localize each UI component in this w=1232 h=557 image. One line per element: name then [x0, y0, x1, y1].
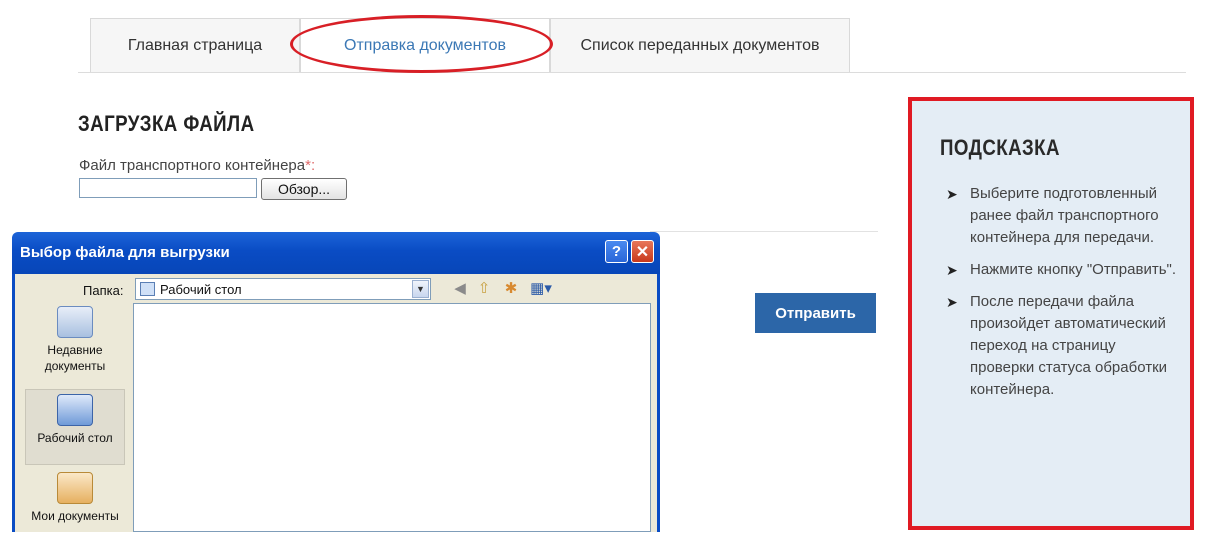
hint-item: ➤ Выберите подготовленный ранее файл тран…: [946, 183, 1176, 249]
hint-item: ➤ Нажмите кнопку "Отправить".: [946, 259, 1176, 281]
main-tabs: Главная страница Отправка документов Спи…: [90, 18, 850, 72]
hint-item: ➤ После передачи файла произойдет автомат…: [946, 291, 1176, 401]
hint-panel: ПОДСКАЗКА ➤ Выберите подготовленный ранее…: [908, 97, 1194, 530]
hint-list: ➤ Выберите подготовленный ранее файл тран…: [946, 183, 1176, 411]
folder-select-value: Рабочий стол: [160, 282, 242, 297]
browse-button[interactable]: Обзор...: [261, 178, 347, 200]
form-separator: [650, 231, 878, 232]
arrow-icon: ➤: [946, 294, 958, 310]
view-menu-icon[interactable]: ▦▾: [528, 280, 554, 298]
file-path-input[interactable]: [79, 178, 257, 198]
places-bar: Недавние документы Рабочий стол Мои доку…: [25, 302, 128, 532]
tab-send-documents[interactable]: Отправка документов: [300, 18, 550, 72]
tab-sent-documents-list-label: Список переданных документов: [580, 36, 820, 54]
help-button[interactable]: ?: [605, 240, 628, 263]
place-my-documents[interactable]: Мои документы: [25, 472, 125, 532]
place-desktop[interactable]: Рабочий стол: [25, 389, 125, 465]
new-folder-icon[interactable]: ✱: [502, 280, 520, 298]
close-icon: ✕: [635, 243, 650, 261]
folder-select[interactable]: Рабочий стол ▼: [135, 278, 431, 300]
required-mark: *:: [305, 157, 316, 174]
dialog-title: Выбор файла для выгрузки: [20, 244, 230, 261]
dialog-body: Папка: Рабочий стол ▼ ◀ ⇧ ✱ ▦▾ Недавние …: [12, 274, 660, 532]
place-label: Недавние документы: [44, 343, 106, 373]
file-dialog: Выбор файла для выгрузки ? ✕ Папка: Рабо…: [12, 232, 660, 532]
tabs-divider: [78, 72, 1186, 73]
chevron-down-icon[interactable]: ▼: [412, 280, 429, 298]
tab-home[interactable]: Главная страница: [90, 18, 300, 72]
hint-title: ПОДСКАЗКА: [940, 135, 1060, 160]
desktop-folder-icon: [140, 282, 155, 296]
place-label: Рабочий стол: [37, 431, 113, 445]
hint-item-text: Выберите подготовленный ранее файл транс…: [970, 185, 1159, 246]
recent-documents-icon: [57, 306, 93, 338]
my-documents-icon: [57, 472, 93, 504]
up-folder-icon[interactable]: ⇧: [475, 280, 493, 298]
dialog-titlebar[interactable]: Выбор файла для выгрузки ? ✕: [12, 232, 660, 274]
tab-home-label: Главная страница: [127, 36, 263, 54]
arrow-icon: ➤: [946, 262, 958, 278]
place-label: Мои документы: [31, 509, 119, 523]
desktop-icon: [57, 394, 93, 426]
hint-item-text: Нажмите кнопку "Отправить".: [970, 261, 1177, 278]
close-button[interactable]: ✕: [631, 240, 654, 263]
place-recent-documents[interactable]: Недавние документы: [25, 306, 125, 382]
upload-title: ЗАГРУЗКА ФАЙЛА: [78, 111, 255, 136]
tab-sent-documents-list[interactable]: Список переданных документов: [550, 18, 850, 72]
file-field-label: Файл транспортного контейнера*:: [79, 157, 315, 174]
folder-label: Папка:: [83, 283, 124, 298]
file-field-label-text: Файл транспортного контейнера: [79, 157, 306, 174]
tab-send-documents-label: Отправка документов: [344, 36, 506, 54]
hint-item-text: После передачи файла произойдет автомати…: [970, 293, 1168, 398]
send-button[interactable]: Отправить: [755, 293, 876, 333]
file-list[interactable]: [133, 303, 651, 532]
arrow-icon: ➤: [946, 186, 958, 202]
back-icon[interactable]: ◀: [451, 280, 469, 298]
